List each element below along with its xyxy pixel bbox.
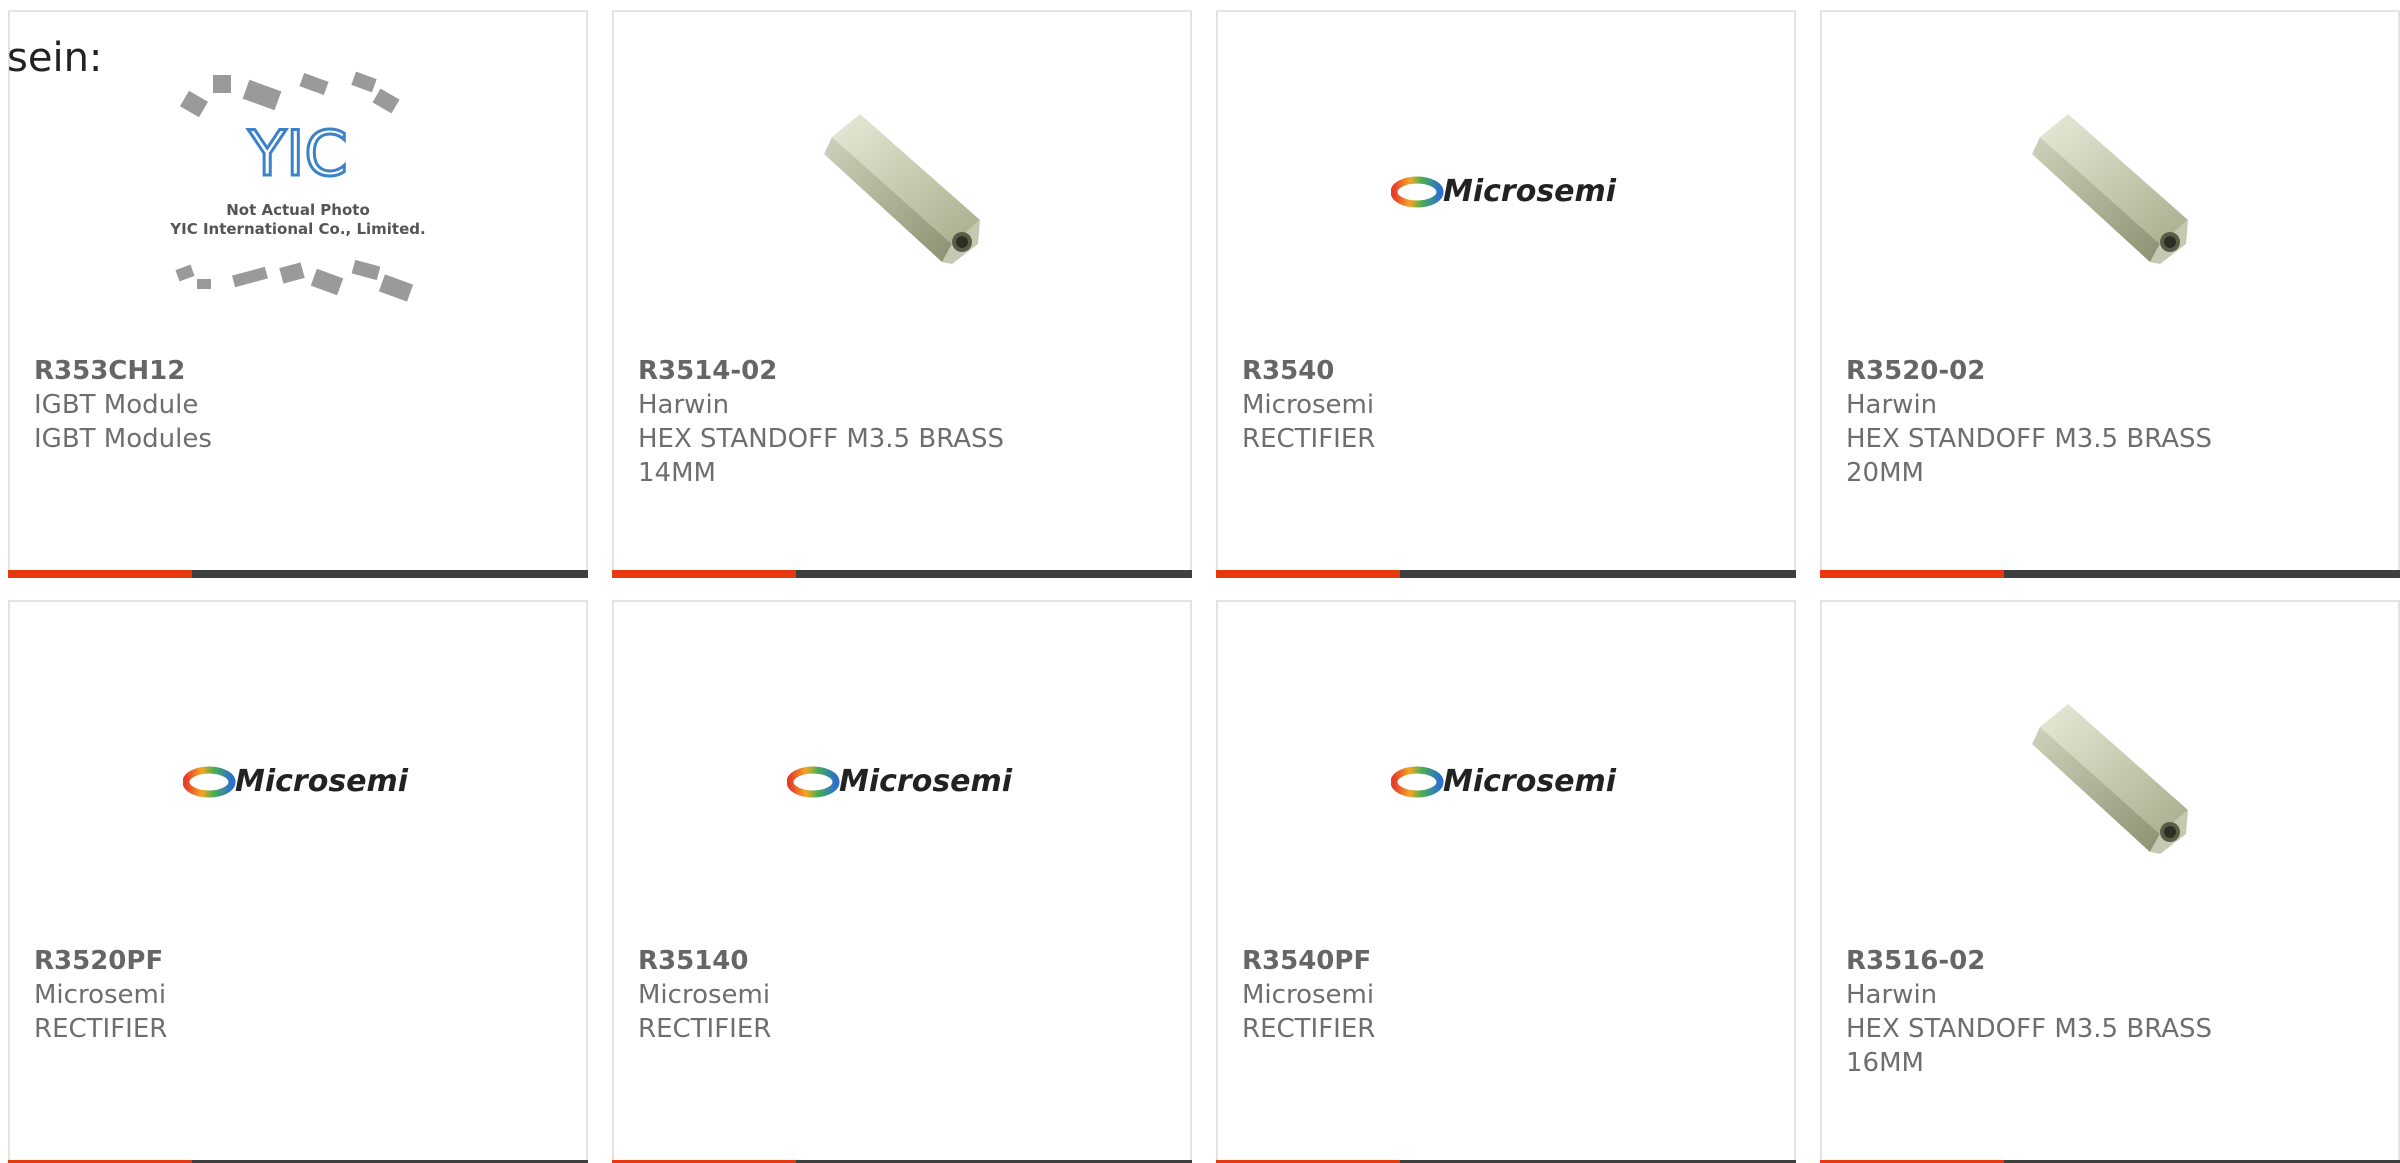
manufacturer: Harwin — [1846, 980, 1938, 1010]
microsemi-logo: Microsemi — [183, 764, 409, 799]
description: HEX STANDOFF M3.5 BRASS — [1846, 1014, 2213, 1044]
description: RECTIFIER — [34, 1014, 168, 1044]
description: RECTIFIER — [638, 1014, 772, 1044]
microsemi-logo: Microsemi — [1391, 764, 1617, 799]
description: HEX STANDOFF M3.5 BRASS — [1846, 424, 2213, 454]
product-card[interactable]: R3514-02 Harwin HEX STANDOFF M3.5 BRASS … — [612, 10, 1192, 578]
card-bar-accent — [1216, 570, 1400, 578]
product-image — [1822, 622, 2398, 942]
page: sein: YIC Not Actual Photo YIC Internati… — [0, 0, 2400, 1163]
svg-text:YIC International Co., Limited: YIC International Co., Limited. — [169, 220, 425, 238]
manufacturer: Harwin — [638, 390, 730, 420]
card-bar-accent — [612, 570, 796, 578]
microsemi-logo: Microsemi — [787, 764, 1013, 799]
svg-text:Microsemi: Microsemi — [1443, 764, 1617, 799]
product-card[interactable]: Microsemi R35140 Microsemi RECTIFIER — [612, 600, 1192, 1163]
hex-standoff-image — [2032, 704, 2188, 854]
part-number: R35140 — [638, 946, 749, 976]
product-image: Microsemi — [1218, 622, 1794, 942]
svg-text:Not Actual Photo: Not Actual Photo — [226, 201, 370, 219]
part-number: R3540 — [1242, 356, 1335, 386]
card-bar-accent — [1820, 570, 2004, 578]
description: RECTIFIER — [1242, 1014, 1376, 1044]
svg-text:YIC: YIC — [247, 117, 347, 190]
intro-text: sein: — [7, 35, 103, 81]
part-number: R3520-02 — [1846, 356, 1986, 386]
hex-standoff-image — [2032, 114, 2188, 264]
description-cont: 16MM — [1846, 1048, 1924, 1078]
svg-text:Microsemi: Microsemi — [1443, 174, 1617, 209]
product-card[interactable]: R3520-02 Harwin HEX STANDOFF M3.5 BRASS … — [1820, 10, 2400, 578]
description-cont: 20MM — [1846, 458, 1924, 488]
product-card[interactable]: Microsemi R3540 Microsemi RECTIFIER — [1216, 10, 1796, 578]
description: IGBT Modules — [34, 424, 212, 454]
part-number: R3540PF — [1242, 946, 1372, 976]
product-card[interactable]: Microsemi R3540PF Microsemi RECTIFIER — [1216, 600, 1796, 1163]
product-image: Microsemi — [614, 622, 1190, 942]
yic-placeholder-image: YIC Not Actual Photo YIC International C… — [169, 71, 426, 302]
card-bar — [8, 570, 588, 578]
card-bar — [1820, 570, 2400, 578]
hex-standoff-image — [824, 114, 980, 264]
description: RECTIFIER — [1242, 424, 1376, 454]
manufacturer: Harwin — [1846, 390, 1938, 420]
product-card[interactable]: R3516-02 Harwin HEX STANDOFF M3.5 BRASS … — [1820, 600, 2400, 1163]
manufacturer: Microsemi — [1242, 390, 1375, 420]
product-image — [614, 32, 1190, 352]
product-image — [1822, 32, 2398, 352]
product-image: Microsemi — [10, 622, 586, 942]
description: HEX STANDOFF M3.5 BRASS — [638, 424, 1005, 454]
card-bar — [612, 570, 1192, 578]
product-card[interactable]: YIC Not Actual Photo YIC International C… — [8, 10, 588, 578]
svg-text:Microsemi: Microsemi — [235, 764, 409, 799]
manufacturer: Microsemi — [34, 980, 167, 1010]
part-number: R3520PF — [34, 946, 164, 976]
manufacturer: Microsemi — [638, 980, 771, 1010]
part-number: R353CH12 — [34, 356, 186, 386]
product-image: Microsemi — [1218, 32, 1794, 352]
card-bar — [1216, 570, 1796, 578]
description-cont: 14MM — [638, 458, 716, 488]
manufacturer: IGBT Module — [34, 390, 199, 420]
part-number: R3514-02 — [638, 356, 778, 386]
product-card[interactable]: Microsemi R3520PF Microsemi RECTIFIER — [8, 600, 588, 1163]
manufacturer: Microsemi — [1242, 980, 1375, 1010]
card-bar-accent — [8, 570, 192, 578]
product-grid: YIC Not Actual Photo YIC International C… — [8, 10, 2400, 1163]
part-number: R3516-02 — [1846, 946, 1986, 976]
svg-text:Microsemi: Microsemi — [839, 764, 1013, 799]
microsemi-logo: Microsemi — [1391, 174, 1617, 209]
